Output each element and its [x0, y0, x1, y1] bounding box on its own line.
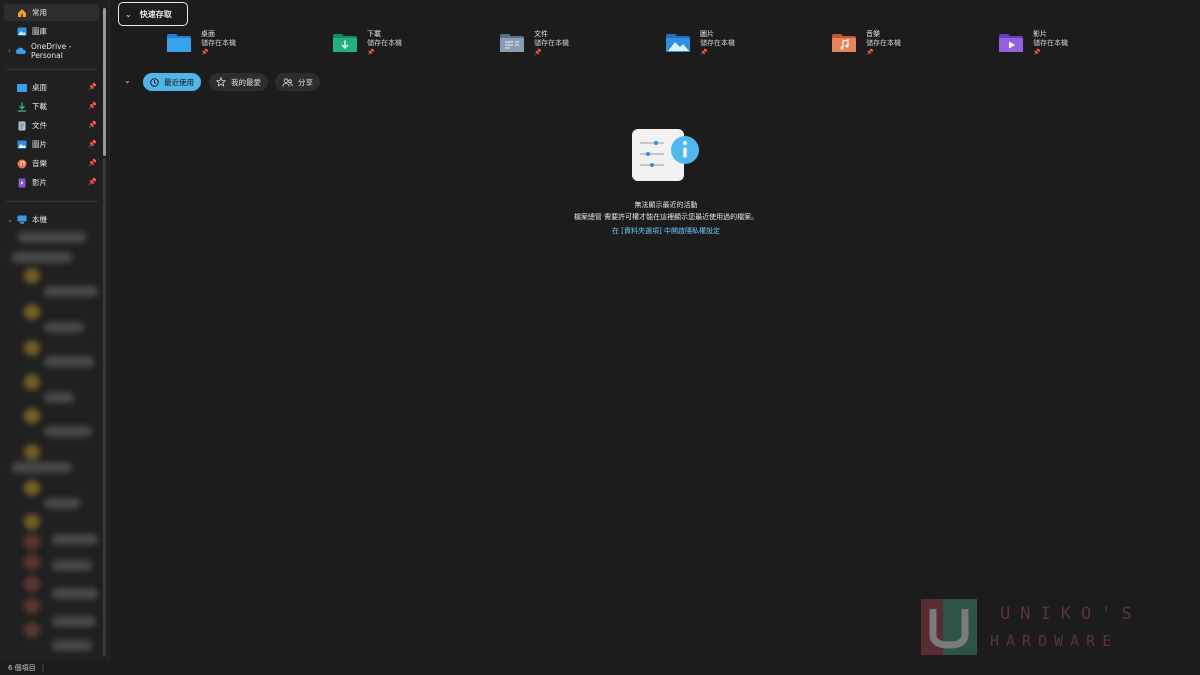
sidebar-item-downloads[interactable]: 下載 📌 [4, 98, 99, 115]
sidebar-item-label: 下載 [32, 102, 47, 111]
folder-location: 儲存在本機 [534, 39, 569, 47]
pin-icon: 📌 [866, 49, 874, 56]
quick-access-tile-pictures[interactable]: 圖片 儲存在本機 📌 [665, 30, 735, 58]
pin-icon[interactable]: 📌 [88, 121, 97, 129]
folder-location: 儲存在本機 [367, 39, 402, 47]
sidebar-item-desktop[interactable]: 桌面 📌 [4, 79, 99, 96]
status-separator: | [41, 663, 45, 672]
navigation-pane: 常用 圖庫 › OneDrive - Personal 桌面 📌 下載 📌 文件… [0, 0, 110, 660]
item-count: 6 個項目 [8, 663, 36, 672]
quick-access-header[interactable]: ⌄ 快速存取 [118, 2, 188, 26]
sidebar-item-label: 圖庫 [32, 27, 47, 36]
sidebar-item-home[interactable]: 常用 [4, 4, 99, 21]
music-folder-icon [832, 34, 856, 52]
home-icon [16, 8, 27, 18]
blurred-drive-list [8, 226, 102, 658]
status-bar: 6 個項目 | [0, 660, 1200, 675]
desktop-folder-icon [16, 83, 27, 93]
pin-icon: 📌 [1033, 49, 1041, 56]
folder-name: 影片 [1033, 30, 1047, 38]
people-icon [282, 77, 293, 87]
pin-icon[interactable]: 📌 [88, 102, 97, 110]
pin-icon: 📌 [201, 49, 209, 56]
tab-shared[interactable]: 分享 [275, 73, 320, 91]
pin-icon[interactable]: 📌 [88, 140, 97, 148]
folder-location: 儲存在本機 [1033, 39, 1068, 47]
videos-icon [16, 178, 27, 188]
pin-icon[interactable]: 📌 [88, 159, 97, 167]
empty-state-description: 檔案總管 需要許可權才能在這裡顯示您最近使用過的檔案。 [573, 213, 759, 221]
folder-name: 下載 [367, 30, 381, 38]
folder-name: 桌面 [201, 30, 215, 38]
folder-name: 圖片 [700, 30, 714, 38]
empty-state-illustration [632, 129, 699, 181]
uniko-logo [921, 599, 977, 655]
sidebar-scrollbar-thumb[interactable] [103, 8, 106, 156]
watermark-line2: HARDWARE [990, 632, 1119, 650]
sidebar-item-label: 常用 [32, 8, 47, 17]
sidebar-item-label: OneDrive - Personal [30, 41, 72, 60]
sidebar-item-label: 圖片 [32, 140, 47, 149]
privacy-settings-link[interactable]: 在 [資料夾選項] 中開啟隱私權設定 [0, 226, 1200, 236]
documents-folder-icon [500, 34, 524, 52]
sidebar-item-label: 桌面 [32, 83, 47, 92]
videos-folder-icon [999, 34, 1023, 52]
folder-location: 儲存在本機 [201, 39, 236, 47]
sidebar-item-videos[interactable]: 影片 📌 [4, 174, 99, 191]
chevron-right-icon[interactable]: › [4, 47, 15, 55]
divider [6, 69, 98, 70]
music-icon [16, 159, 27, 169]
empty-state-title: 無法顯示最近的活動 [634, 201, 698, 209]
pin-icon: 📌 [367, 49, 375, 56]
downloads-icon [16, 102, 27, 112]
quick-access-tile-documents[interactable]: 文件 儲存在本機 📌 [499, 30, 569, 58]
sidebar-item-onedrive[interactable]: › OneDrive - Personal [4, 41, 99, 60]
tab-label: 分享 [298, 77, 313, 87]
watermark-line1: UNIKO'S [1000, 604, 1142, 624]
sidebar-item-documents[interactable]: 文件 📌 [4, 117, 99, 134]
pictures-folder-icon [666, 34, 690, 52]
folder-location: 儲存在本機 [866, 39, 901, 47]
sidebar-item-label: 文件 [32, 121, 47, 130]
sidebar-item-pictures[interactable]: 圖片 📌 [4, 136, 99, 153]
tab-recent[interactable]: 最近使用 [143, 73, 201, 91]
documents-icon [16, 121, 27, 131]
star-icon [216, 77, 226, 87]
sidebar-item-label: 影片 [32, 178, 47, 187]
pin-icon: 📌 [700, 49, 708, 56]
quick-access-tile-downloads[interactable]: 下載 儲存在本機 📌 [332, 30, 402, 58]
desktop-folder-icon [167, 34, 191, 52]
pictures-icon [16, 140, 27, 150]
folder-location: 儲存在本機 [700, 39, 735, 47]
onedrive-icon [15, 46, 26, 56]
folder-name: 音樂 [866, 30, 880, 38]
gallery-icon [16, 27, 27, 37]
sidebar-item-gallery[interactable]: 圖庫 [4, 23, 99, 40]
pin-icon: 📌 [534, 49, 542, 56]
tab-label: 我的最愛 [231, 77, 261, 87]
quick-access-tile-music[interactable]: 音樂 儲存在本機 📌 [831, 30, 901, 58]
sidebar-item-music[interactable]: 音樂 📌 [4, 155, 99, 172]
folder-name: 文件 [534, 30, 548, 38]
chevron-down-icon: ⌄ [125, 9, 132, 19]
sidebar-item-label: 音樂 [32, 159, 47, 168]
downloads-folder-icon [333, 34, 357, 52]
quick-access-title: 快速存取 [139, 9, 172, 19]
pin-icon[interactable]: 📌 [88, 178, 97, 186]
clock-icon [150, 77, 159, 87]
quick-access-tile-desktop[interactable]: 桌面 儲存在本機 📌 [166, 30, 236, 58]
tab-favorites[interactable]: 我的最愛 [209, 73, 268, 91]
tab-label: 最近使用 [164, 77, 194, 87]
pin-icon[interactable]: 📌 [88, 83, 97, 91]
chevron-down-icon[interactable]: ⌄ [124, 76, 131, 85]
quick-access-tile-videos[interactable]: 影片 儲存在本機 📌 [998, 30, 1068, 58]
